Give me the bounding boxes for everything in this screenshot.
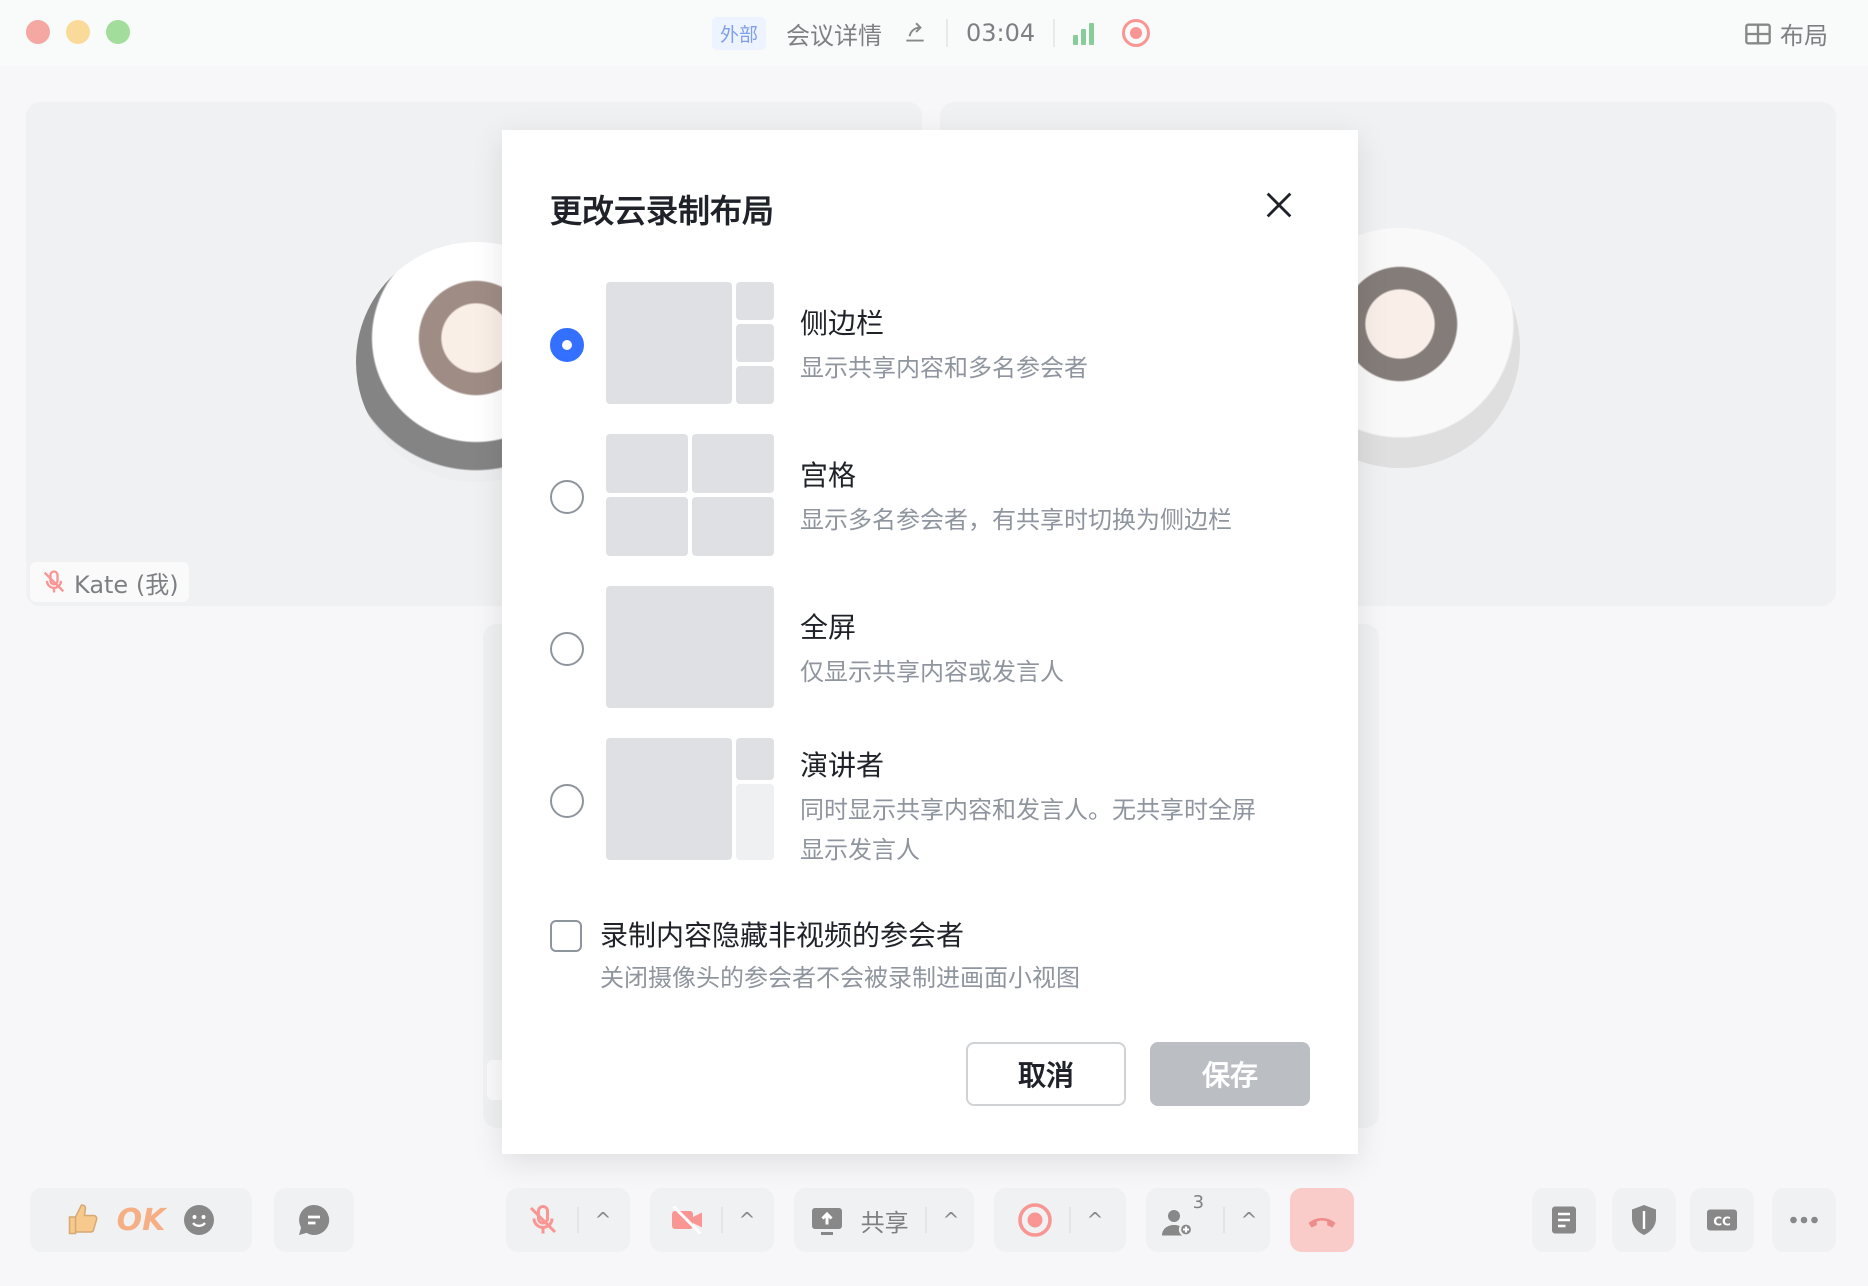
option-description: 显示共享内容和多名参会者 — [800, 354, 1088, 382]
option-description: 仅显示共享内容或发言人 — [800, 658, 1064, 686]
radio-sidebar[interactable] — [550, 328, 584, 362]
layout-option-speaker[interactable]: 演讲者 同时显示共享内容和发言人。无共享时全屏显示发言人 — [550, 738, 1310, 878]
fullscreen-layout-thumbnail — [606, 586, 774, 708]
checkbox-description: 关闭摄像头的参会者不会被录制进画面小视图 — [600, 964, 1080, 992]
close-icon[interactable] — [1262, 188, 1296, 222]
meeting-window: 外部 会议详情 03:04 布局 Kate (我) OK ^ ^ 共享 ^ ^ … — [0, 0, 1868, 1286]
cancel-button[interactable]: 取消 — [966, 1042, 1126, 1106]
option-description: 显示多名参会者，有共享时切换为侧边栏 — [800, 506, 1232, 534]
option-title: 全屏 — [800, 611, 857, 644]
radio-speaker[interactable] — [550, 784, 584, 818]
save-button[interactable]: 保存 — [1150, 1042, 1310, 1106]
grid-layout-thumbnail — [606, 434, 774, 556]
hide-non-video-option[interactable]: 录制内容隐藏非视频的参会者 关闭摄像头的参会者不会被录制进画面小视图 — [550, 914, 1310, 1004]
radio-grid[interactable] — [550, 480, 584, 514]
layout-option-grid[interactable]: 宫格 显示多名参会者，有共享时切换为侧边栏 — [550, 434, 1310, 556]
layout-option-fullscreen[interactable]: 全屏 仅显示共享内容或发言人 — [550, 586, 1310, 708]
radio-fullscreen[interactable] — [550, 632, 584, 666]
speaker-layout-thumbnail — [606, 738, 774, 860]
hide-non-video-checkbox[interactable] — [550, 920, 582, 952]
option-title: 侧边栏 — [800, 307, 885, 340]
checkbox-label: 录制内容隐藏非视频的参会者 — [600, 919, 965, 952]
layout-option-sidebar[interactable]: 侧边栏 显示共享内容和多名参会者 — [550, 282, 1310, 404]
option-description: 同时显示共享内容和发言人。无共享时全屏显示发言人 — [800, 796, 1256, 864]
dialog-title: 更改云录制布局 — [550, 192, 775, 230]
option-title: 演讲者 — [800, 749, 885, 782]
option-title: 宫格 — [800, 459, 857, 492]
sidebar-layout-thumbnail — [606, 282, 774, 404]
recording-layout-dialog: 更改云录制布局 侧边栏 显示共享内容和多名参会者 宫格 显示多名参会者，有共享时… — [502, 130, 1358, 1154]
